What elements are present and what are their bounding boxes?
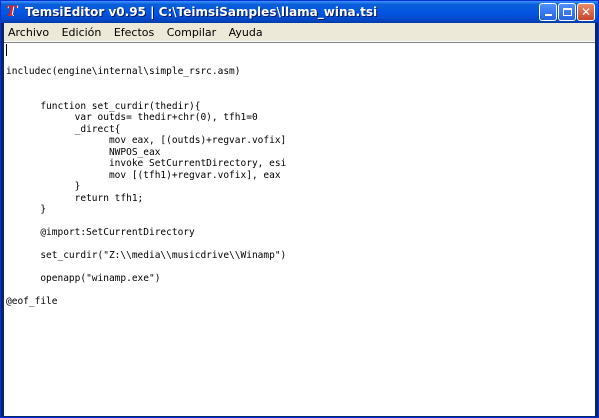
menu-ayuda[interactable]: Ayuda	[225, 24, 267, 42]
menu-archivo[interactable]: Archivo	[4, 24, 53, 42]
app-logo-icon[interactable]: T	[6, 5, 20, 19]
code-line: }	[6, 181, 81, 192]
code-line: function set_curdir(thedir){	[6, 100, 201, 112]
code-line: @import:SetCurrentDirectory	[6, 227, 195, 238]
code-line: includec(engine\internal\simple_rsrc.asm…	[6, 66, 241, 77]
menu-bar: Archivo Edición Efectos Compilar Ayuda	[4, 23, 595, 42]
close-button[interactable]: ✕	[577, 3, 595, 21]
code-content[interactable]: includec(engine\internal\simple_rsrc.asm…	[6, 43, 286, 308]
code-line: set_curdir("Z:\\media\\musicdrive\\Winam…	[6, 250, 287, 261]
window-title: TemsiEditor v0.95 | C:\TeimsiSamples\lla…	[25, 5, 378, 19]
code-line: }	[6, 204, 47, 215]
code-line: var outds= thedir+chr(0), tfh1=0	[6, 112, 258, 123]
menu-compilar[interactable]: Compilar	[163, 24, 220, 42]
code-editor[interactable]: includec(engine\internal\simple_rsrc.asm…	[4, 42, 595, 416]
code-line: mov [(tfh1)+regvar.vofix], eax	[6, 169, 281, 181]
title-bar[interactable]: T TemsiEditor v0.95 | C:\TeimsiSamples\l…	[1, 1, 598, 23]
menu-edicion[interactable]: Edición	[58, 24, 106, 42]
close-icon: ✕	[580, 5, 592, 19]
maximize-button[interactable]	[558, 3, 576, 21]
code-line: @eof_file	[6, 296, 58, 307]
code-line: mov eax, [(outds)+regvar.vofix]	[6, 135, 287, 146]
minimize-icon	[544, 14, 552, 16]
menu-efectos[interactable]: Efectos	[110, 24, 158, 42]
minimize-button[interactable]	[539, 3, 557, 21]
code-line: _direct{	[6, 123, 121, 135]
maximize-icon	[562, 8, 572, 16]
code-line: return tfh1;	[6, 192, 144, 204]
code-line: openapp("winamp.exe")	[6, 273, 161, 284]
code-line: invoke SetCurrentDirectory, esi	[6, 158, 287, 169]
editor-window: T TemsiEditor v0.95 | C:\TeimsiSamples\l…	[0, 0, 599, 418]
code-line: NWPOS_eax	[6, 146, 161, 158]
